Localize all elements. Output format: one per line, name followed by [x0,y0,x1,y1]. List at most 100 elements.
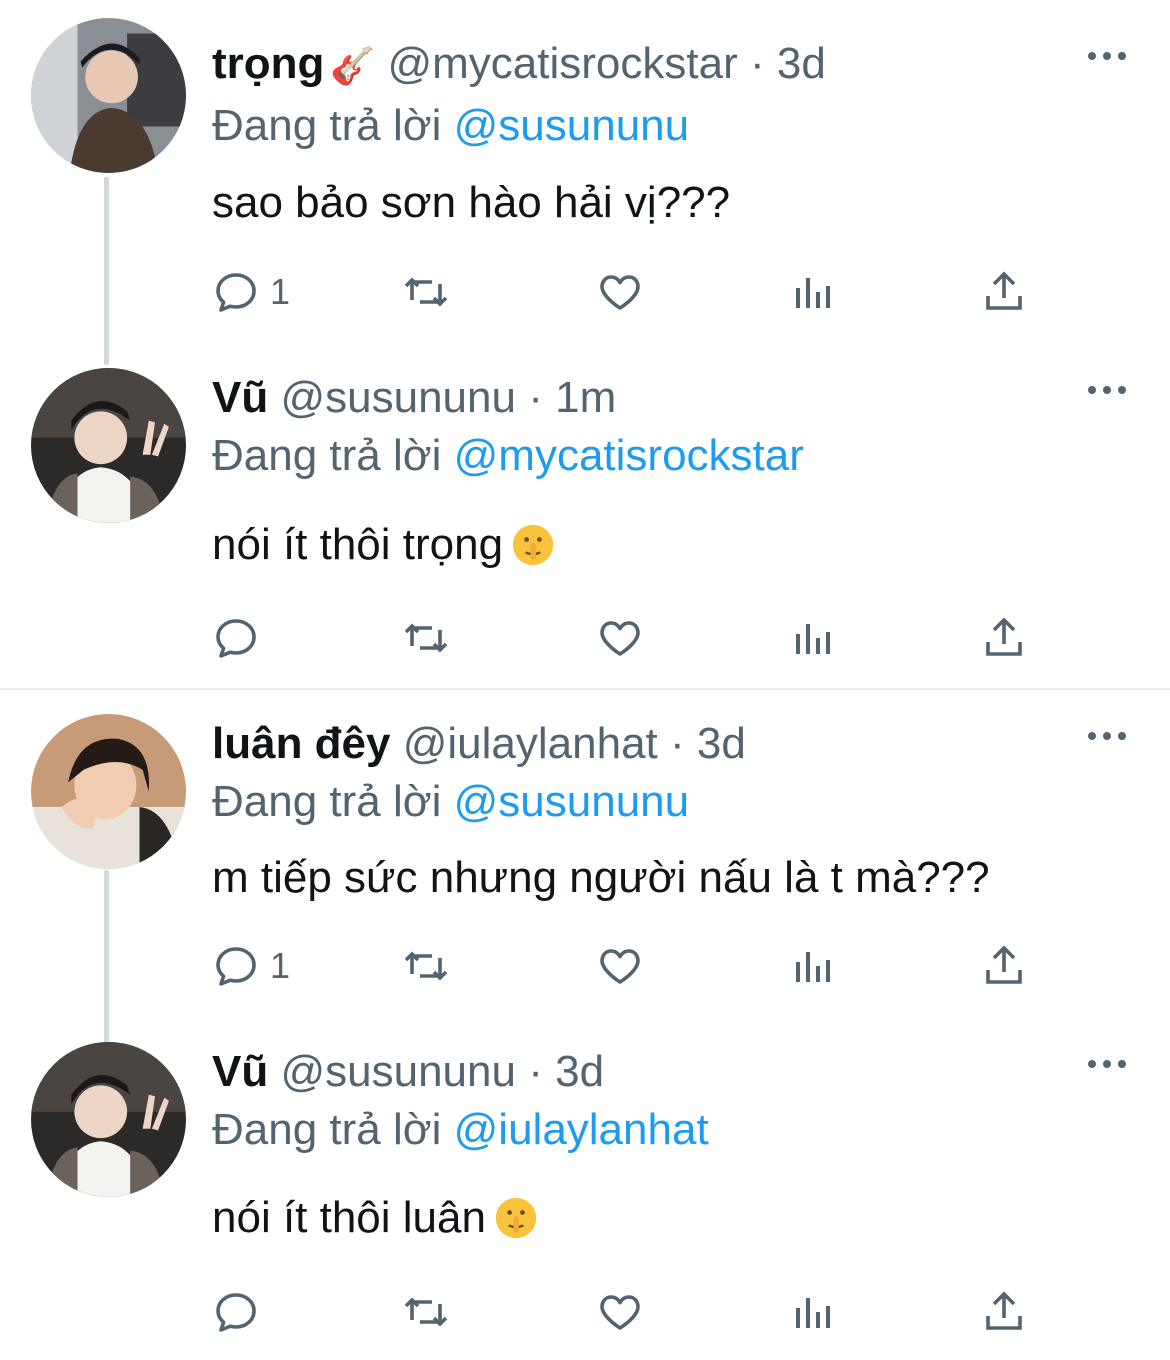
tweet-actions [212,1288,1062,1336]
reply-icon [216,1293,256,1332]
tweet-text: m tiếp sức nhưng người nấu là t mà??? [212,853,990,902]
replying-prefix: Đang trả lời [212,1105,442,1154]
avatar[interactable] [31,714,186,869]
replying-to: Đang trả lời @iulaylanhat [212,1104,709,1156]
tweet[interactable]: Vũ @susununu · 3d Đang trả lời @iulaylan… [0,1020,1170,1360]
tweet-text-content: nói ít thôi luân [212,1193,486,1242]
more-icon[interactable] [1088,1056,1128,1072]
share-button[interactable] [980,942,1028,990]
share-button[interactable] [980,1288,1028,1336]
reply-button[interactable]: 1 [212,268,290,316]
display-name[interactable]: Vũ [212,1047,268,1096]
timestamp[interactable]: 1m [555,373,616,422]
analytics-button[interactable] [788,942,836,990]
reply-icon [216,947,256,986]
handle[interactable]: @susununu [280,1047,516,1096]
avatar[interactable] [31,18,186,173]
analytics-icon [796,952,830,982]
share-button[interactable] [980,268,1028,316]
handle[interactable]: @mycatisrockstar [387,39,737,88]
reply-button[interactable]: 1 [212,942,290,990]
handle[interactable]: @iulaylanhat [403,719,658,768]
tweet-text: nói ít thôi luân [212,1192,538,1244]
mention-link[interactable]: @iulaylanhat [454,1105,709,1154]
replying-prefix: Đang trả lời [212,431,442,480]
analytics-button[interactable] [788,268,836,316]
tweet-text: sao bảo sơn hào hải vị??? [212,178,731,227]
reply-count: 1 [270,271,291,312]
retweet-button[interactable] [402,614,450,662]
share-icon [986,1291,1022,1330]
replying-prefix: Đang trả lời [212,777,442,826]
shushing-face-emoji [495,1197,537,1239]
reply-button[interactable] [212,614,270,662]
reply-icon [216,619,256,658]
share-button[interactable] [980,614,1028,662]
retweet-icon [404,1297,448,1327]
tweet[interactable]: luân đêy @iulaylanhat · 3d Đang trả lời … [0,690,1170,1046]
avatar-image [31,714,186,869]
display-name[interactable]: luân đêy [212,719,391,768]
analytics-button[interactable] [788,614,836,662]
heart-icon [600,275,640,310]
reply-button[interactable] [212,1288,270,1336]
replying-to: Đang trả lời @mycatisrockstar [212,430,804,482]
timestamp[interactable]: 3d [777,39,826,88]
guitar-emoji: 🎸 [330,45,376,86]
mention-link[interactable]: @mycatisrockstar [454,431,804,480]
retweet-icon [404,277,448,307]
handle[interactable]: @susununu [280,373,516,422]
tweet-text: nói ít thôi trọng [212,519,555,571]
more-icon[interactable] [1088,48,1128,64]
more-icon[interactable] [1088,382,1128,398]
retweet-button[interactable] [402,942,450,990]
thread-connector [104,177,109,365]
separator-dot: · [528,373,543,422]
heart-icon [600,949,640,984]
separator-dot: · [670,719,685,768]
retweet-icon [404,951,448,981]
timestamp[interactable]: 3d [697,719,746,768]
timestamp[interactable]: 3d [555,1047,604,1096]
share-icon [986,945,1022,984]
reply-count: 1 [270,945,291,986]
like-button[interactable] [596,268,644,316]
shushing-face-emoji [512,524,554,566]
retweet-button[interactable] [402,268,450,316]
analytics-icon [796,1298,830,1328]
replying-to: Đang trả lời @susununu [212,776,689,828]
display-name[interactable]: trọng [212,39,324,88]
display-name[interactable]: Vũ [212,373,268,422]
share-icon [986,617,1022,656]
tweet-actions: 1 [212,942,1062,990]
more-icon[interactable] [1088,728,1128,744]
tweet-header: luân đêy @iulaylanhat · 3d [212,718,746,770]
separator-dot: · [528,1047,543,1096]
like-button[interactable] [596,942,644,990]
avatar-image [31,368,186,523]
heart-icon [600,1295,640,1330]
mention-link[interactable]: @susununu [454,101,690,150]
like-button[interactable] [596,614,644,662]
analytics-icon [796,278,830,308]
tweet-actions: 1 [212,268,1062,316]
analytics-icon [796,624,830,654]
retweet-button[interactable] [402,1288,450,1336]
avatar-image [31,1042,186,1197]
tweet[interactable]: Vũ @susununu · 1m Đang trả lời @mycatisr… [0,346,1170,686]
replying-prefix: Đang trả lời [212,101,442,150]
avatar[interactable] [31,1042,186,1197]
mention-link[interactable]: @susununu [454,777,690,826]
avatar[interactable] [31,368,186,523]
analytics-button[interactable] [788,1288,836,1336]
avatar-image [31,18,186,173]
tweet-header: trọng 🎸 @mycatisrockstar · 3d [212,38,826,92]
tweet-header: Vũ @susununu · 1m [212,372,616,424]
reply-icon [216,273,256,312]
tweet-header: Vũ @susununu · 3d [212,1046,604,1098]
tweet[interactable]: trọng 🎸 @mycatisrockstar · 3d Đang trả lờ… [0,0,1170,365]
tweet-text-content: nói ít thôi trọng [212,520,504,569]
like-button[interactable] [596,1288,644,1336]
heart-icon [600,621,640,656]
share-icon [986,271,1022,310]
